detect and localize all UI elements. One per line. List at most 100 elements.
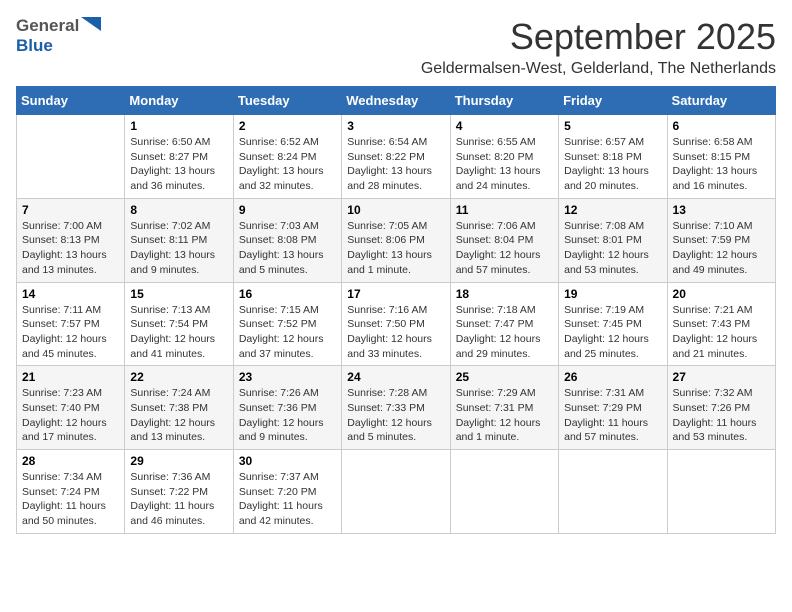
day-info: Sunrise: 7:24 AMSunset: 7:38 PMDaylight:…: [130, 386, 227, 445]
day-info: Sunrise: 6:52 AMSunset: 8:24 PMDaylight:…: [239, 135, 336, 194]
day-info: Sunrise: 7:28 AMSunset: 7:33 PMDaylight:…: [347, 386, 444, 445]
day-info: Sunrise: 6:55 AMSunset: 8:20 PMDaylight:…: [456, 135, 553, 194]
day-info: Sunrise: 6:50 AMSunset: 8:27 PMDaylight:…: [130, 135, 227, 194]
day-number: 14: [22, 287, 119, 301]
calendar-cell: 24 Sunrise: 7:28 AMSunset: 7:33 PMDayligh…: [342, 366, 450, 450]
calendar-cell: 3 Sunrise: 6:54 AMSunset: 8:22 PMDaylight…: [342, 115, 450, 199]
calendar-cell: 9 Sunrise: 7:03 AMSunset: 8:08 PMDaylight…: [233, 198, 341, 282]
calendar-cell: 12 Sunrise: 7:08 AMSunset: 8:01 PMDayligh…: [559, 198, 667, 282]
day-number: 26: [564, 370, 661, 384]
calendar-week-row: 7 Sunrise: 7:00 AMSunset: 8:13 PMDaylight…: [17, 198, 776, 282]
header: General Blue September 2025 Geldermalsen…: [16, 16, 776, 78]
calendar-cell: 18 Sunrise: 7:18 AMSunset: 7:47 PMDayligh…: [450, 282, 558, 366]
day-number: 30: [239, 454, 336, 468]
calendar-cell: 23Sunrise: 7:26 AMSunset: 7:36 PMDayligh…: [233, 366, 341, 450]
calendar-cell: 14 Sunrise: 7:11 AMSunset: 7:57 PMDayligh…: [17, 282, 125, 366]
day-number: 5: [564, 119, 661, 133]
day-info: Sunrise: 7:19 AMSunset: 7:45 PMDaylight:…: [564, 303, 661, 362]
day-info: Sunrise: 7:36 AMSunset: 7:22 PMDaylight:…: [130, 470, 227, 529]
day-number: 16: [239, 287, 336, 301]
day-info: Sunrise: 7:03 AMSunset: 8:08 PMDaylight:…: [239, 219, 336, 278]
calendar-week-row: 21 Sunrise: 7:23 AMSunset: 7:40 PMDayligh…: [17, 366, 776, 450]
calendar-cell: 25Sunrise: 7:29 AMSunset: 7:31 PMDayligh…: [450, 366, 558, 450]
calendar-cell: [450, 450, 558, 534]
day-info: Sunrise: 7:18 AMSunset: 7:47 PMDaylight:…: [456, 303, 553, 362]
calendar-cell: 27Sunrise: 7:32 AMSunset: 7:26 PMDayligh…: [667, 366, 775, 450]
day-number: 17: [347, 287, 444, 301]
calendar-cell: 16 Sunrise: 7:15 AMSunset: 7:52 PMDayligh…: [233, 282, 341, 366]
calendar-cell: 11 Sunrise: 7:06 AMSunset: 8:04 PMDayligh…: [450, 198, 558, 282]
calendar-cell: 21 Sunrise: 7:23 AMSunset: 7:40 PMDayligh…: [17, 366, 125, 450]
day-info: Sunrise: 6:57 AMSunset: 8:18 PMDaylight:…: [564, 135, 661, 194]
logo: General Blue: [16, 16, 101, 56]
calendar-week-row: 28 Sunrise: 7:34 AMSunset: 7:24 PMDayligh…: [17, 450, 776, 534]
day-info: Sunrise: 7:10 AMSunset: 7:59 PMDaylight:…: [673, 219, 770, 278]
day-info: Sunrise: 7:23 AMSunset: 7:40 PMDaylight:…: [22, 386, 119, 445]
day-number: 11: [456, 203, 553, 217]
day-number: 19: [564, 287, 661, 301]
calendar-header-saturday: Saturday: [667, 87, 775, 115]
day-info: Sunrise: 7:13 AMSunset: 7:54 PMDaylight:…: [130, 303, 227, 362]
calendar-cell: 29 Sunrise: 7:36 AMSunset: 7:22 PMDayligh…: [125, 450, 233, 534]
day-number: 6: [673, 119, 770, 133]
day-number: 18: [456, 287, 553, 301]
day-info: Sunrise: 7:21 AMSunset: 7:43 PMDaylight:…: [673, 303, 770, 362]
calendar-cell: 30 Sunrise: 7:37 AMSunset: 7:20 PMDayligh…: [233, 450, 341, 534]
day-info: Sunrise: 7:02 AMSunset: 8:11 PMDaylight:…: [130, 219, 227, 278]
calendar-table: SundayMondayTuesdayWednesdayThursdayFrid…: [16, 86, 776, 534]
calendar-week-row: 1Sunrise: 6:50 AMSunset: 8:27 PMDaylight…: [17, 115, 776, 199]
day-info: Sunrise: 7:08 AMSunset: 8:01 PMDaylight:…: [564, 219, 661, 278]
day-number: 8: [130, 203, 227, 217]
logo-blue-text: Blue: [16, 36, 53, 55]
day-number: 28: [22, 454, 119, 468]
day-info: Sunrise: 6:54 AMSunset: 8:22 PMDaylight:…: [347, 135, 444, 194]
location-text: Geldermalsen-West, Gelderland, The Nethe…: [421, 60, 776, 78]
calendar-cell: 19 Sunrise: 7:19 AMSunset: 7:45 PMDayligh…: [559, 282, 667, 366]
day-number: 23: [239, 370, 336, 384]
logo-flag-icon: [81, 17, 101, 35]
day-number: 21: [22, 370, 119, 384]
day-info: Sunrise: 7:00 AMSunset: 8:13 PMDaylight:…: [22, 219, 119, 278]
day-info: Sunrise: 7:11 AMSunset: 7:57 PMDaylight:…: [22, 303, 119, 362]
day-number: 25: [456, 370, 553, 384]
day-number: 10: [347, 203, 444, 217]
day-number: 27: [673, 370, 770, 384]
day-number: 2: [239, 119, 336, 133]
day-info: Sunrise: 7:31 AMSunset: 7:29 PMDaylight:…: [564, 386, 661, 445]
calendar-cell: 26 Sunrise: 7:31 AMSunset: 7:29 PMDayligh…: [559, 366, 667, 450]
logo-general-text: General: [16, 16, 79, 36]
calendar-cell: [667, 450, 775, 534]
day-number: 15: [130, 287, 227, 301]
calendar-header-sunday: Sunday: [17, 87, 125, 115]
logo-box: General Blue: [16, 16, 101, 56]
day-info: Sunrise: 7:15 AMSunset: 7:52 PMDaylight:…: [239, 303, 336, 362]
day-number: 9: [239, 203, 336, 217]
day-number: 3: [347, 119, 444, 133]
day-number: 12: [564, 203, 661, 217]
day-info: Sunrise: 7:34 AMSunset: 7:24 PMDaylight:…: [22, 470, 119, 529]
calendar-header-monday: Monday: [125, 87, 233, 115]
title-section: September 2025 Geldermalsen-West, Gelder…: [421, 16, 776, 78]
calendar-cell: 8 Sunrise: 7:02 AMSunset: 8:11 PMDaylight…: [125, 198, 233, 282]
day-number: 24: [347, 370, 444, 384]
calendar-cell: 22 Sunrise: 7:24 AMSunset: 7:38 PMDayligh…: [125, 366, 233, 450]
calendar-cell: 1Sunrise: 6:50 AMSunset: 8:27 PMDaylight…: [125, 115, 233, 199]
calendar-cell: 13Sunrise: 7:10 AMSunset: 7:59 PMDayligh…: [667, 198, 775, 282]
calendar-cell: 10 Sunrise: 7:05 AMSunset: 8:06 PMDayligh…: [342, 198, 450, 282]
day-number: 22: [130, 370, 227, 384]
day-info: Sunrise: 7:05 AMSunset: 8:06 PMDaylight:…: [347, 219, 444, 278]
calendar-cell: 4Sunrise: 6:55 AMSunset: 8:20 PMDaylight…: [450, 115, 558, 199]
calendar-cell: 17Sunrise: 7:16 AMSunset: 7:50 PMDayligh…: [342, 282, 450, 366]
day-info: Sunrise: 7:06 AMSunset: 8:04 PMDaylight:…: [456, 219, 553, 278]
day-number: 29: [130, 454, 227, 468]
calendar-header-friday: Friday: [559, 87, 667, 115]
calendar-cell: 20Sunrise: 7:21 AMSunset: 7:43 PMDayligh…: [667, 282, 775, 366]
day-number: 7: [22, 203, 119, 217]
calendar-cell: [17, 115, 125, 199]
calendar-header-wednesday: Wednesday: [342, 87, 450, 115]
calendar-cell: 28 Sunrise: 7:34 AMSunset: 7:24 PMDayligh…: [17, 450, 125, 534]
calendar-cell: [342, 450, 450, 534]
calendar-cell: 6 Sunrise: 6:58 AMSunset: 8:15 PMDaylight…: [667, 115, 775, 199]
day-info: Sunrise: 6:58 AMSunset: 8:15 PMDaylight:…: [673, 135, 770, 194]
day-info: Sunrise: 7:37 AMSunset: 7:20 PMDaylight:…: [239, 470, 336, 529]
